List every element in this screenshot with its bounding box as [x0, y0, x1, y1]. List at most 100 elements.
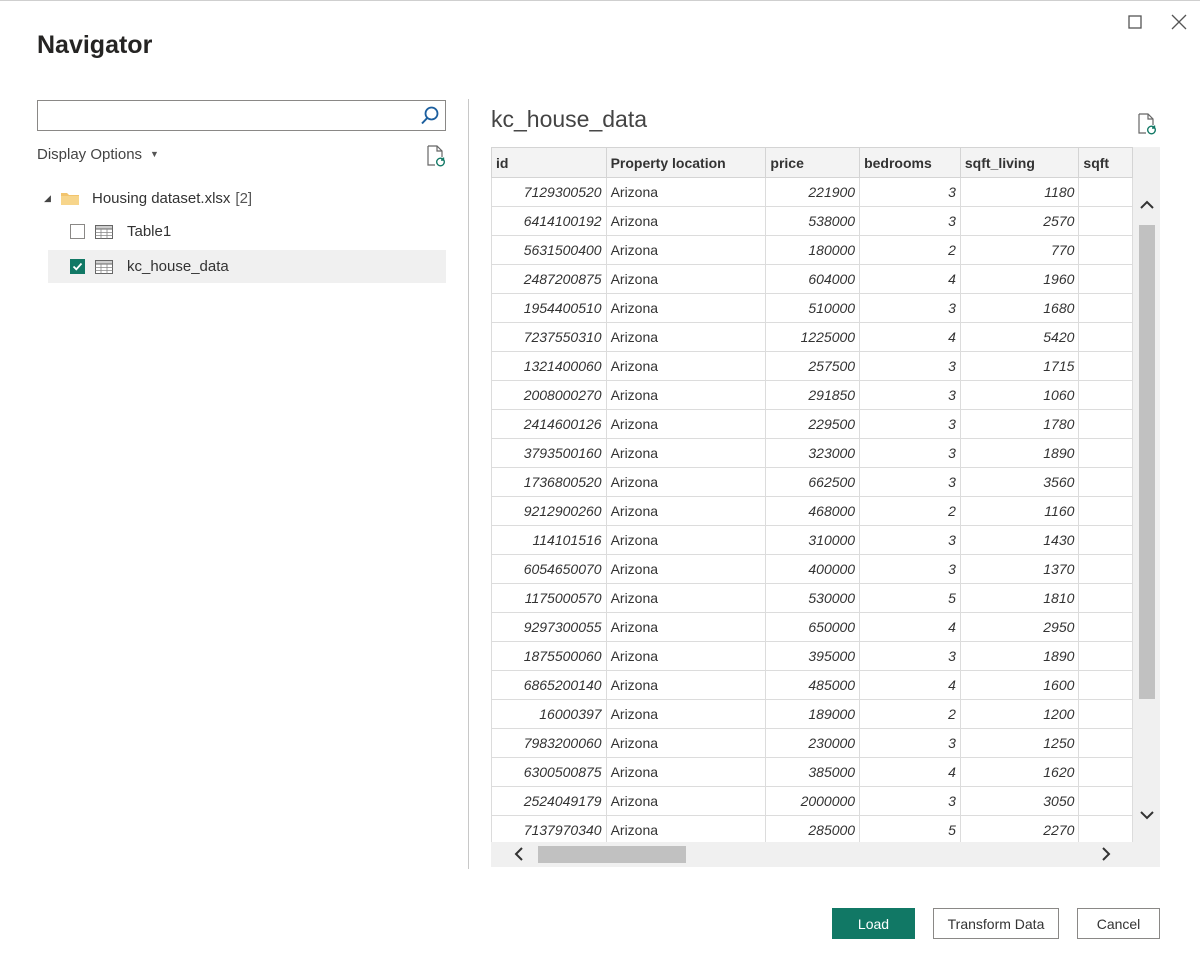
table-cell: 221900 [765, 177, 861, 207]
refresh-document-icon[interactable] [1136, 112, 1158, 136]
scroll-up-icon[interactable] [1137, 195, 1157, 215]
tree-item-kc-house-data[interactable]: kc_house_data [48, 250, 446, 283]
scroll-down-icon[interactable] [1137, 805, 1157, 825]
table-cell: 2414600126 [491, 409, 607, 439]
table-cell: 3 [859, 351, 961, 381]
table-cell: 3 [859, 409, 961, 439]
table-cell [1078, 467, 1133, 497]
table-cell: 3 [859, 380, 961, 410]
close-button[interactable] [1166, 9, 1192, 35]
table-cell: 1060 [959, 380, 1080, 410]
vertical-scrollbar[interactable] [1133, 177, 1160, 842]
search-input[interactable] [42, 104, 416, 129]
table-cell: 257500 [765, 351, 861, 381]
column-header[interactable]: id [491, 147, 607, 178]
table-cell [1078, 554, 1133, 584]
table-cell: Arizona [605, 583, 767, 613]
table-cell: 1810 [959, 583, 1080, 613]
table-cell: 5420 [959, 322, 1080, 352]
table-cell: 5 [859, 815, 961, 842]
kc-house-data-checkbox[interactable] [70, 259, 85, 274]
table-cell: 180000 [765, 235, 861, 265]
horizontal-scrollbar[interactable] [491, 842, 1160, 867]
scroll-right-icon[interactable] [1096, 844, 1116, 864]
table-cell [1078, 177, 1133, 207]
table-cell: 662500 [765, 467, 861, 497]
column-header[interactable]: sqft_living [959, 147, 1080, 178]
table-cell: 3 [859, 206, 961, 236]
table-cell: Arizona [605, 699, 767, 729]
table-cell: Arizona [605, 728, 767, 758]
table-cell: 2487200875 [491, 264, 607, 294]
table-cell: 7983200060 [491, 728, 607, 758]
table-row: 1736800520 Arizona 662500 3 3560 [491, 467, 1133, 497]
column-header[interactable]: sqft [1078, 147, 1133, 178]
table-cell: Arizona [605, 206, 767, 236]
table-cell: 9212900260 [491, 496, 607, 526]
collapse-triangle-icon[interactable]: ◢ [44, 193, 54, 204]
search-icon[interactable] [419, 105, 441, 127]
table-cell: Arizona [605, 786, 767, 816]
table-row: 2524049179 Arizona 2000000 3 3050 [491, 786, 1133, 816]
table-cell [1078, 496, 1133, 526]
table-row: 3793500160 Arizona 323000 3 1890 [491, 438, 1133, 468]
table-cell: 3 [859, 177, 961, 207]
table-cell: 1715 [959, 351, 1080, 381]
table-cell: 2270 [959, 815, 1080, 842]
table-row: 1954400510 Arizona 510000 3 1680 [491, 293, 1133, 323]
column-header[interactable]: bedrooms [859, 147, 961, 178]
table-cell: Arizona [605, 554, 767, 584]
table-cell: Arizona [605, 525, 767, 555]
table-cell: 4 [859, 757, 961, 787]
table-cell: Arizona [605, 293, 767, 323]
tree-root-workbook[interactable]: ◢ Housing dataset.xlsx [2] [44, 186, 252, 210]
table-cell: Arizona [605, 757, 767, 787]
load-button[interactable]: Load [832, 908, 915, 939]
preview-title: kc_house_data [491, 106, 648, 132]
display-options-dropdown[interactable]: Display Options ▼ [37, 146, 159, 163]
table-cell: 3 [859, 467, 961, 497]
table-cell: 1321400060 [491, 351, 607, 381]
table1-checkbox[interactable] [70, 224, 85, 239]
table-cell: 1954400510 [491, 293, 607, 323]
table-cell: 16000397 [491, 699, 607, 729]
table-row: 6865200140 Arizona 485000 4 1600 [491, 670, 1133, 700]
table-row: 6054650070 Arizona 400000 3 1370 [491, 554, 1133, 584]
transform-data-button[interactable]: Transform Data [933, 908, 1059, 939]
table-cell: 2008000270 [491, 380, 607, 410]
display-options-label: Display Options [37, 146, 143, 163]
preview-grid: id Property location price bedrooms sqft_liv… [491, 147, 1160, 867]
table-cell [1078, 264, 1133, 294]
vertical-scroll-thumb[interactable] [1139, 225, 1155, 699]
scroll-left-icon[interactable] [509, 844, 529, 864]
table-cell: 285000 [765, 815, 861, 842]
maximize-button[interactable] [1122, 9, 1148, 35]
search-box[interactable] [37, 100, 446, 131]
table-cell: 5631500400 [491, 235, 607, 265]
table-cell [1078, 612, 1133, 642]
maximize-icon [1128, 15, 1142, 29]
cancel-button[interactable]: Cancel [1077, 908, 1160, 939]
column-header[interactable]: price [765, 147, 861, 178]
dialog-title: Navigator [37, 31, 153, 59]
table-row: 6300500875 Arizona 385000 4 1620 [491, 757, 1133, 787]
table-cell: Arizona [605, 409, 767, 439]
table-row: 5631500400 Arizona 180000 2 770 [491, 235, 1133, 265]
horizontal-scroll-thumb[interactable] [538, 846, 686, 863]
table-cell: 3 [859, 641, 961, 671]
column-header[interactable]: Property location [605, 147, 767, 178]
table-cell: Arizona [605, 351, 767, 381]
preview-grid-viewport: id Property location price bedrooms sqft_liv… [491, 147, 1133, 842]
tree-item-table1[interactable]: Table1 [48, 215, 446, 248]
refresh-document-icon[interactable] [425, 144, 447, 168]
table-row: 2008000270 Arizona 291850 3 1060 [491, 380, 1133, 410]
table-cell: 2000000 [765, 786, 861, 816]
table-cell: 1430 [959, 525, 1080, 555]
table-cell [1078, 583, 1133, 613]
pane-divider[interactable] [468, 99, 469, 869]
table-cell: 1225000 [765, 322, 861, 352]
table-cell: Arizona [605, 438, 767, 468]
table-header-row: id Property location price bedrooms sqft_liv… [491, 147, 1133, 178]
table-cell [1078, 786, 1133, 816]
table-row: 7129300520 Arizona 221900 3 1180 [491, 177, 1133, 207]
